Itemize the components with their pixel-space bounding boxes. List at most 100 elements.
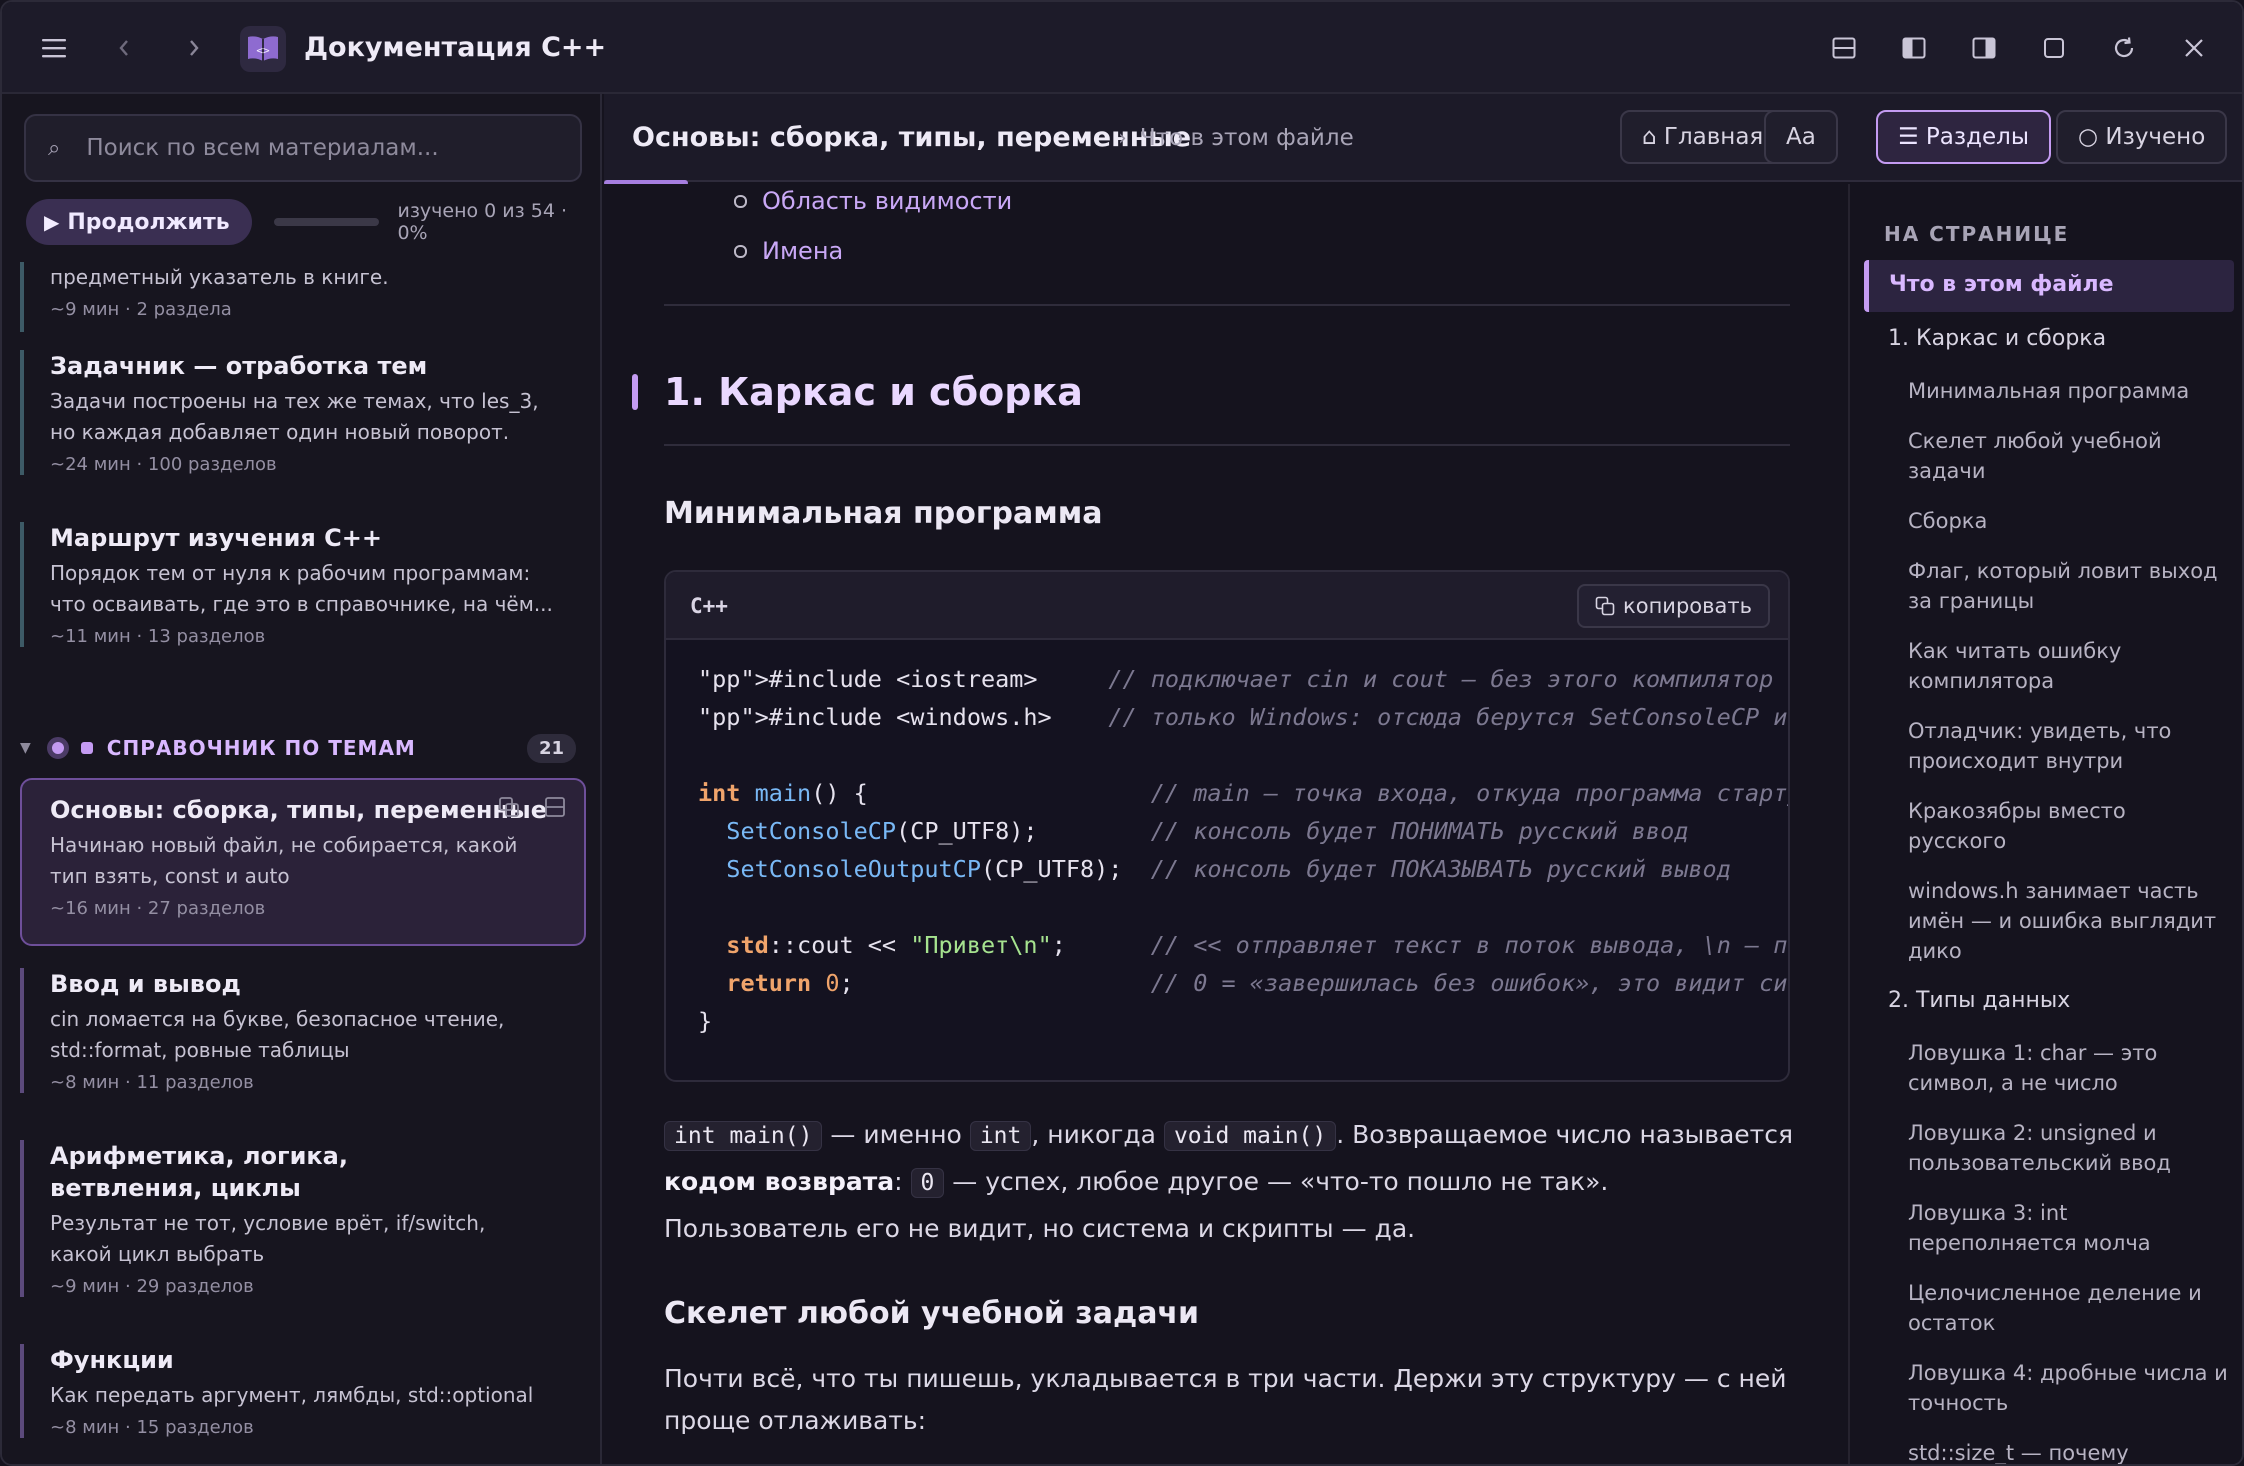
- lesson-item[interactable]: Функции Как передать аргумент, лямбды, s…: [20, 1344, 586, 1438]
- breadcrumb-current[interactable]: Что в этом файле: [1140, 125, 1354, 151]
- code-block: C++ копировать "pp">#include <iostream> …: [664, 570, 1790, 1082]
- left-panel-icon[interactable]: [1890, 24, 1938, 72]
- close-icon[interactable]: [2170, 24, 2218, 72]
- toc-item[interactable]: Отладчик: увидеть, что происходит внутри: [1908, 716, 2228, 776]
- code-text: "pp">#include <iostream> // подключает c…: [698, 665, 1788, 1035]
- title-bar: <> Документация C++: [2, 2, 2242, 94]
- lesson-desc: Порядок тем от нуля к рабочим программам…: [50, 561, 553, 616]
- lesson-meta: ~9 мин · 29 разделов: [50, 1276, 254, 1297]
- collapse-icon[interactable]: [544, 796, 566, 822]
- divider: [664, 444, 1790, 446]
- lesson-item[interactable]: Арифметика, логика, ветвления, циклы Рез…: [20, 1140, 586, 1297]
- sections-button[interactable]: ☰ Разделы: [1876, 110, 2052, 164]
- continue-button[interactable]: ▶ Продолжить: [26, 199, 252, 245]
- lesson-item[interactable]: предметный указатель в книге. ~9 мин · 2…: [20, 262, 586, 332]
- lesson-meta: ~9 мин · 2 раздела: [50, 299, 232, 320]
- lesson-meta: ~8 мин · 15 разделов: [50, 1417, 254, 1438]
- toc-item[interactable]: Флаг, который ловит выход за границы: [1908, 556, 2228, 616]
- lesson-desc: Задачи построены на тех же темах, что le…: [50, 389, 539, 444]
- lesson-meta: ~11 мин · 13 разделов: [50, 626, 266, 647]
- menu-icon[interactable]: [30, 24, 78, 72]
- search-icon: ⌕: [48, 135, 61, 161]
- forward-icon[interactable]: [170, 24, 218, 72]
- lesson-desc: Как передать аргумент, лямбды, std::opti…: [50, 1383, 534, 1407]
- toc-item-section[interactable]: 2. Типы данных: [1888, 986, 2208, 1016]
- toc-item[interactable]: Минимальная программа: [1908, 376, 2228, 406]
- text: — именно: [822, 1120, 970, 1149]
- lesson-item[interactable]: Ввод и вывод cin ломается на букве, безо…: [20, 968, 586, 1093]
- toc-item[interactable]: Целочисленное деление и остаток: [1908, 1278, 2228, 1338]
- inline-code: int main(): [664, 1121, 823, 1151]
- toc-item[interactable]: Ловушка 2: unsigned и пользовательский в…: [1908, 1118, 2228, 1178]
- home-button[interactable]: ⌂ Главная: [1620, 110, 1786, 164]
- layout-top-icon[interactable]: [1820, 24, 1868, 72]
- toc-item[interactable]: windows.h занимает часть имён — и ошибка…: [1908, 876, 2228, 966]
- page-title: Основы: сборка, типы, переменные: [632, 122, 1192, 153]
- refresh-icon[interactable]: [2100, 24, 2148, 72]
- toc-heading: НА СТРАНИЦЕ: [1884, 222, 2070, 246]
- breadcrumb-separator: ›: [1118, 126, 1127, 151]
- content-header: Основы: сборка, типы, переменные › Что в…: [604, 94, 2242, 186]
- lesson-item[interactable]: Маршрут изучения C++ Порядок тем от нуля…: [20, 522, 586, 647]
- article: Область видимости Имена 1. Каркас и сбор…: [604, 184, 1848, 1464]
- copy-button[interactable]: копировать: [1577, 584, 1770, 628]
- back-icon[interactable]: [100, 24, 148, 72]
- inline-toc-link[interactable]: Имена: [732, 226, 1012, 276]
- toc-item[interactable]: Кракозябры вместо русского: [1908, 796, 2228, 856]
- divider: [664, 304, 1790, 306]
- lesson-title: Функции: [50, 1346, 174, 1374]
- maximize-icon[interactable]: [2030, 24, 2078, 72]
- svg-text:<>: <>: [256, 44, 270, 57]
- row-actions: [498, 796, 566, 822]
- play-icon: ▶: [44, 210, 60, 234]
- toc-item[interactable]: Как читать ошибку компилятора: [1908, 636, 2228, 696]
- toc-item[interactable]: std::size_t — почему компилятор ругается…: [1908, 1438, 2228, 1464]
- sidebar: ⌕ ▶ Продолжить изучено 0 из 54 · 0% пред…: [2, 94, 602, 1464]
- right-panel-icon[interactable]: [1960, 24, 2008, 72]
- toc-item[interactable]: Ловушка 3: int переполняется молча: [1908, 1198, 2228, 1258]
- toc-item-active[interactable]: Что в этом файле: [1864, 260, 2234, 312]
- toc-active-label: Что в этом файле: [1889, 272, 2114, 297]
- font-size-button[interactable]: Aa: [1764, 110, 1838, 164]
- paragraph: int main() — именно int, никогда void ma…: [664, 1112, 1794, 1251]
- mark-learned-button[interactable]: ○ Изучено: [2056, 110, 2228, 164]
- text: , никогда: [1031, 1120, 1164, 1149]
- lesson-desc: предметный указатель в книге.: [50, 265, 389, 289]
- continue-label: Продолжить: [67, 209, 230, 235]
- text: :: [894, 1167, 911, 1196]
- lesson-desc: Результат не тот, условие врёт, if/switc…: [50, 1211, 486, 1266]
- search-box[interactable]: ⌕: [24, 114, 582, 182]
- lesson-title: Ввод и вывод: [50, 970, 241, 998]
- lesson-title: Маршрут изучения C++: [50, 524, 382, 552]
- progress-bar: [273, 218, 380, 226]
- lesson-item[interactable]: Задачник — отработка тем Задачи построен…: [20, 350, 586, 475]
- section-count: 21: [526, 733, 576, 763]
- app-window: <> Документация C++ ⌕ ▶ Про: [0, 0, 2244, 1466]
- lesson-meta: ~24 мин · 100 разделов: [50, 454, 277, 475]
- inline-code: 0: [910, 1168, 945, 1198]
- inline-toc: Область видимости Имена: [732, 184, 1012, 276]
- paragraph: Почти всё, что ты пишешь, укладывается в…: [664, 1364, 1787, 1435]
- app-title: Документация C++: [304, 32, 607, 63]
- toc-item[interactable]: Скелет любой учебной задачи: [1908, 426, 2228, 486]
- inline-toc-link[interactable]: Область видимости: [732, 184, 1012, 226]
- lesson-meta: ~16 мин · 27 разделов: [50, 898, 266, 919]
- toc-item[interactable]: Сборка: [1908, 506, 2228, 536]
- inline-code: void main(): [1163, 1121, 1337, 1151]
- book-code-icon: <>: [240, 26, 286, 72]
- toc-item-section[interactable]: 1. Каркас и сборка: [1888, 324, 2208, 354]
- heading-marker: [632, 374, 638, 410]
- toc-item[interactable]: Ловушка 1: char — это символ, а не число: [1908, 1038, 2228, 1098]
- section-header[interactable]: ▼ СПРАВОЧНИК ПО ТЕМАМ 21: [20, 728, 576, 768]
- page-toc: НА СТРАНИЦЕ Что в этом файле 1. Каркас и…: [1848, 184, 2242, 1464]
- lesson-desc: Начинаю новый файл, не собирается, какой…: [50, 833, 518, 888]
- search-input[interactable]: [86, 135, 547, 161]
- lesson-title: Арифметика, логика, ветвления, циклы: [50, 1142, 348, 1202]
- lesson-title: Задачник — отработка тем: [50, 352, 428, 380]
- continue-row: ▶ Продолжить изучено 0 из 54 · 0%: [26, 198, 582, 246]
- lesson-item-active[interactable]: Основы: сборка, типы, переменные Начинаю…: [20, 778, 586, 946]
- code-language: C++: [690, 594, 728, 618]
- copy-icon[interactable]: [498, 796, 520, 822]
- inline-code: int: [969, 1121, 1032, 1151]
- toc-item[interactable]: Ловушка 4: дробные числа и точность: [1908, 1358, 2228, 1418]
